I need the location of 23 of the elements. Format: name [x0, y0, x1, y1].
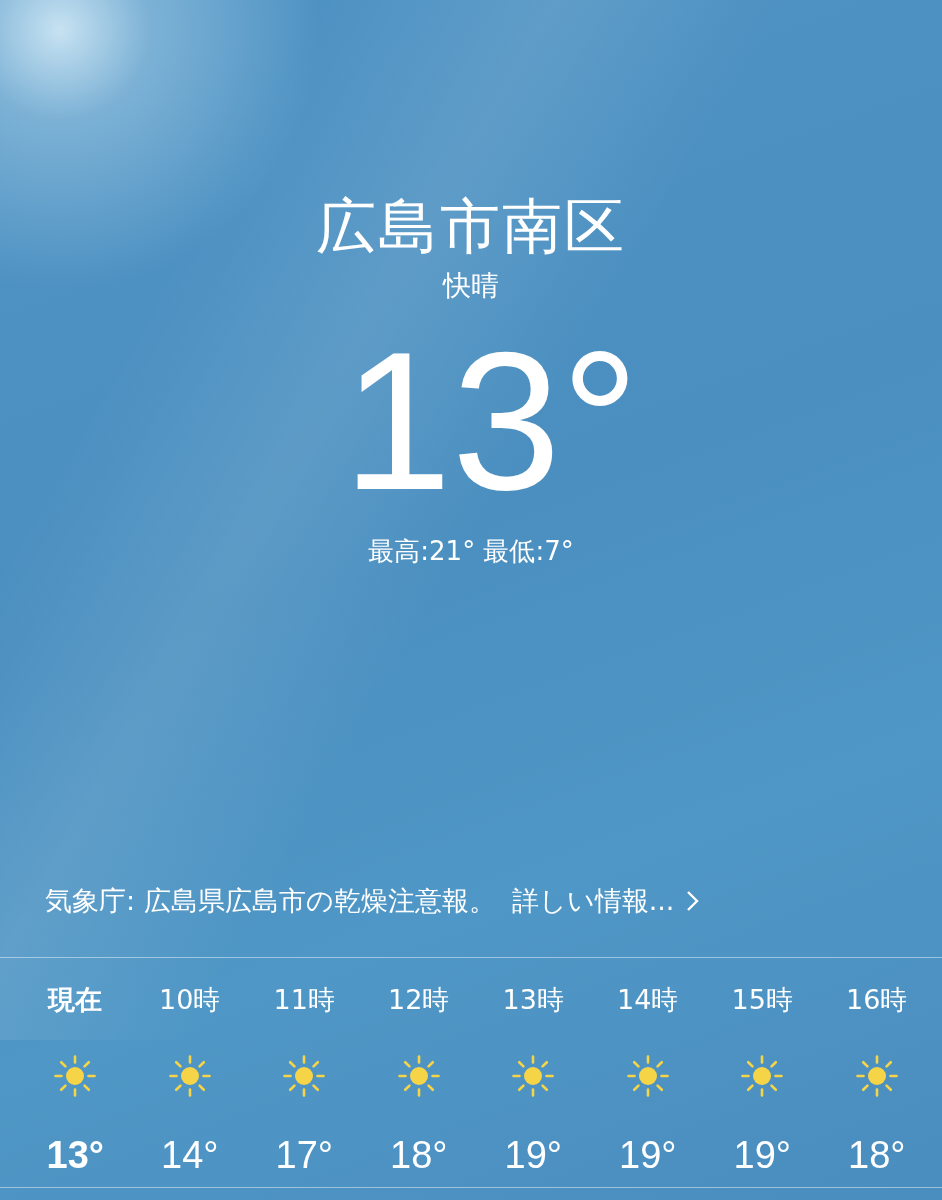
- hour-temperature: 14°: [161, 1133, 219, 1178]
- hour-label: 15時: [731, 983, 793, 1017]
- hour-label: 現在: [48, 983, 103, 1017]
- weather-condition: 快晴: [443, 268, 499, 304]
- hour-label: 14時: [617, 983, 679, 1017]
- hour-label: 11時: [273, 983, 335, 1017]
- hour-temperature: 19°: [619, 1133, 677, 1178]
- chevron-right-icon[interactable]: [686, 890, 701, 912]
- hour-temperature: 19°: [504, 1133, 562, 1178]
- high-low-temperature: 最高:21° 最低:7°: [368, 535, 574, 568]
- hour-label: 12時: [388, 983, 450, 1017]
- current-temperature: 13°: [341, 324, 640, 520]
- hour-temperature: 13°: [46, 1133, 104, 1178]
- more-info-link[interactable]: 詳しい情報...: [511, 883, 675, 919]
- hour-label: 10時: [159, 983, 221, 1017]
- weather-alert-text: 気象庁: 広島県広島市の乾燥注意報。: [45, 884, 496, 918]
- hour-label: 16時: [846, 983, 908, 1017]
- hour-label: 13時: [502, 983, 564, 1017]
- hour-temperature: 17°: [275, 1133, 333, 1178]
- hour-temperature: 18°: [848, 1133, 906, 1178]
- location-name: 広島市南区: [316, 190, 626, 263]
- hour-temperature: 18°: [390, 1133, 448, 1178]
- hour-temperature: 19°: [733, 1133, 791, 1178]
